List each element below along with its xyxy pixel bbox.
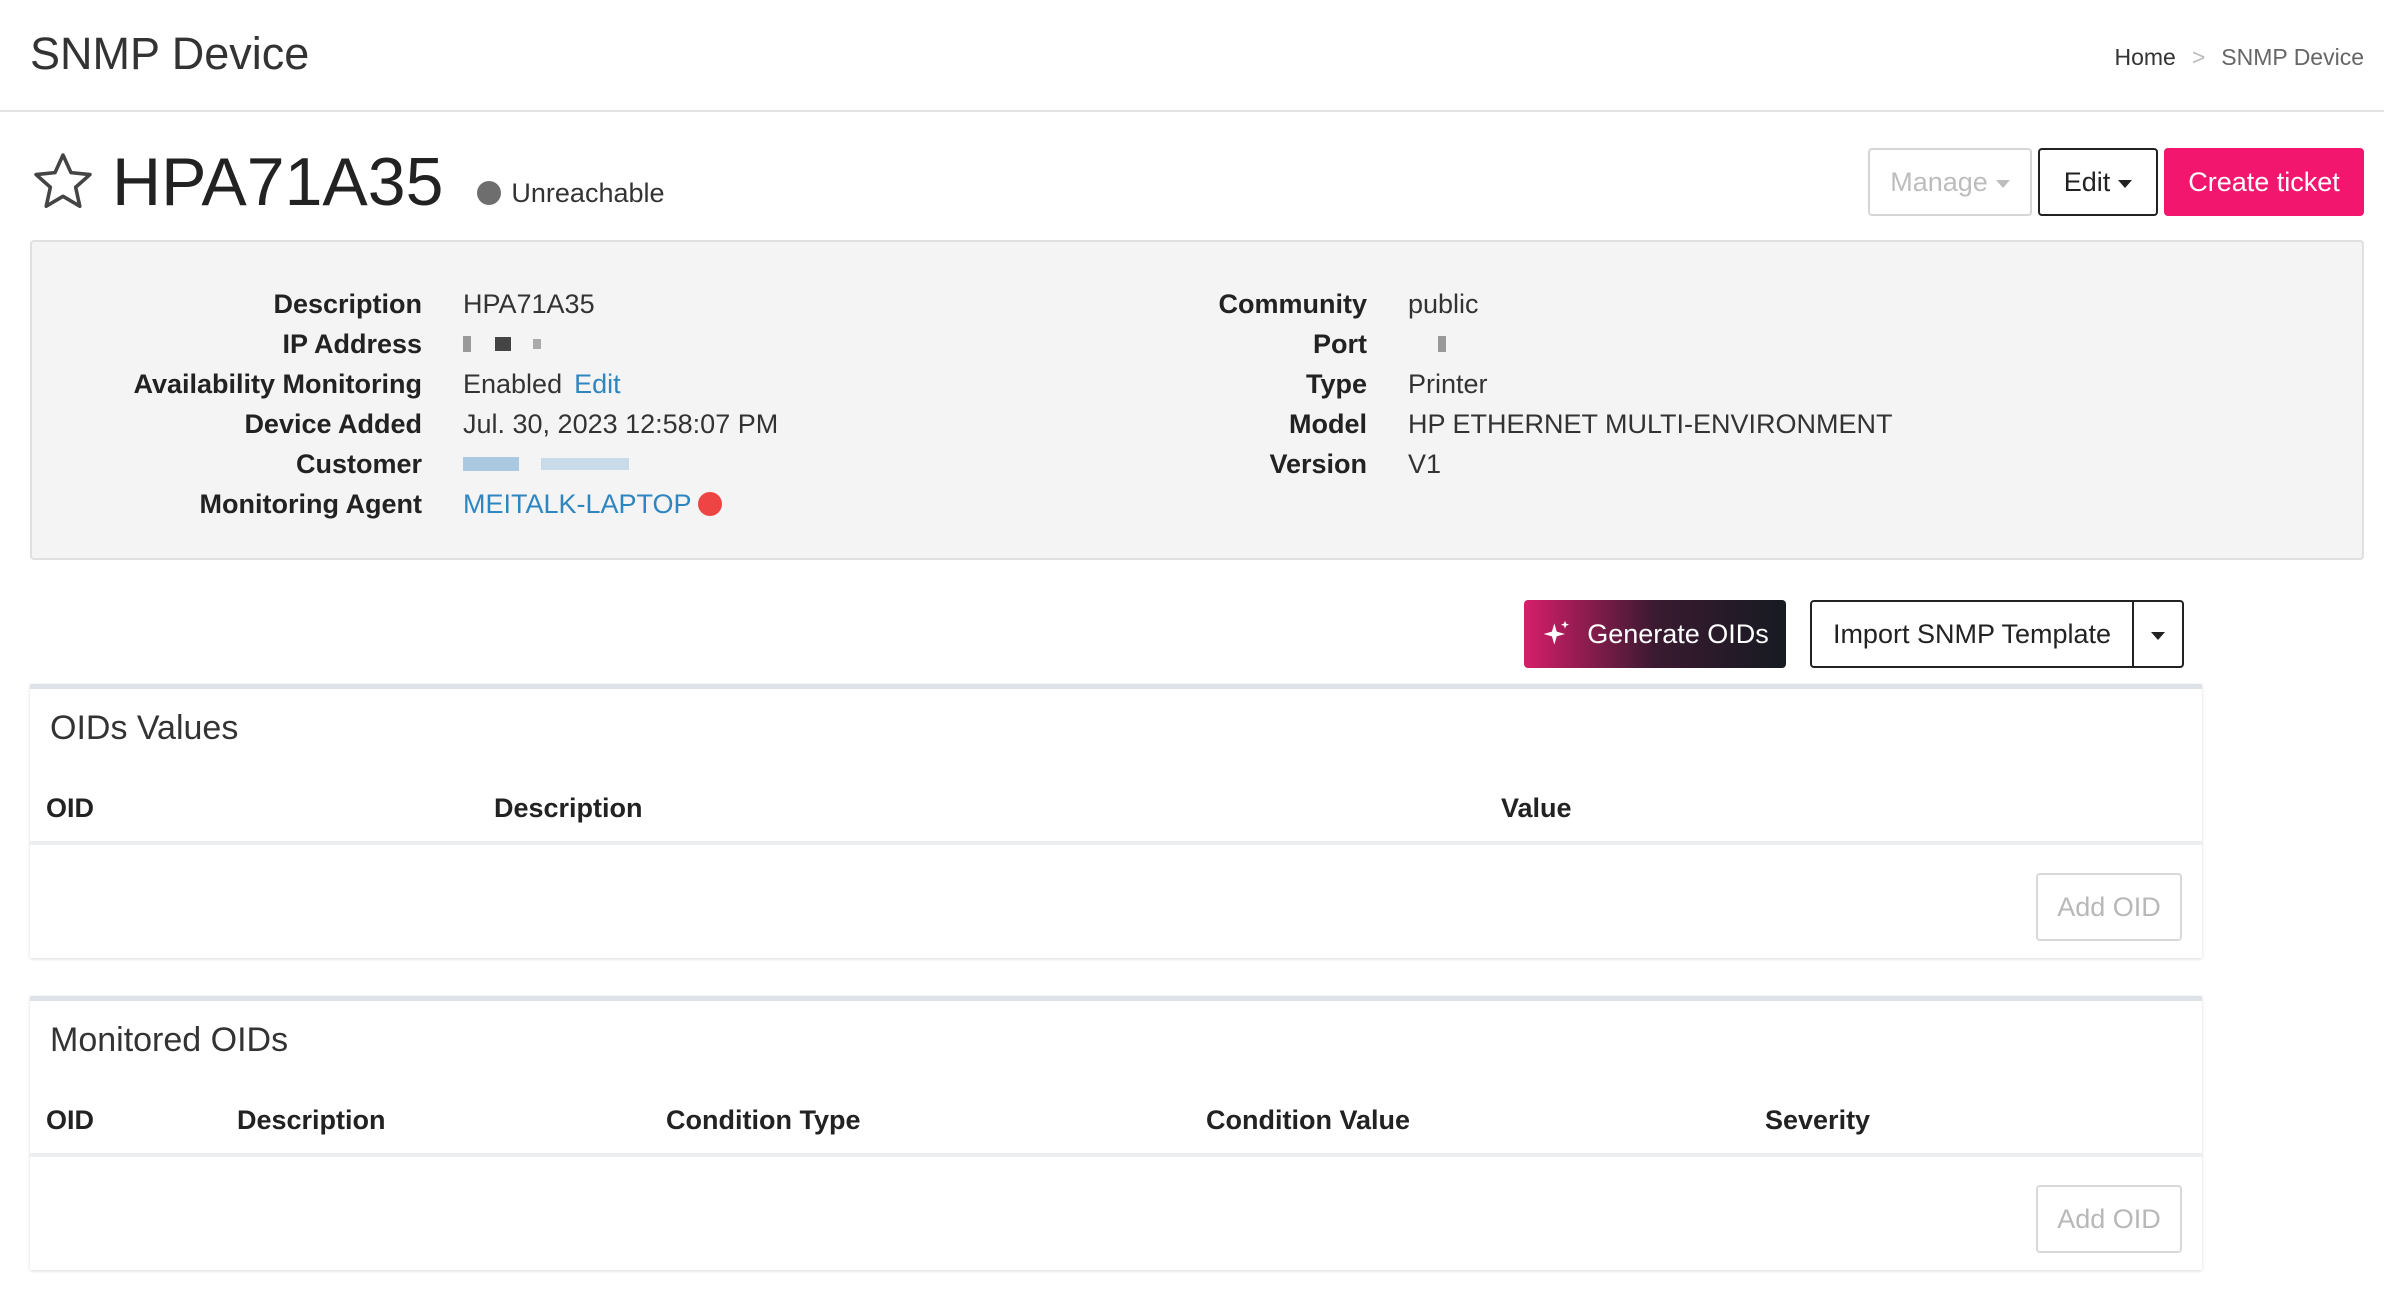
caret-down-icon xyxy=(2151,631,2165,640)
caret-down-icon xyxy=(2118,179,2133,188)
availability-value: Enabled xyxy=(463,368,563,399)
status-dot-icon xyxy=(477,181,502,205)
detail-row-port: Port xyxy=(1122,324,1893,364)
detail-value: V1 xyxy=(1408,448,1442,479)
detail-value: MEITALK-LAPTOP xyxy=(463,489,722,520)
detail-value: Printer xyxy=(1408,368,1488,399)
generate-oids-button[interactable]: Generate OIDs xyxy=(1524,600,1786,668)
detail-label: Community xyxy=(1218,288,1368,319)
header-actions: Manage Edit Create ticket xyxy=(1868,148,2364,216)
column-header-description: Description xyxy=(494,793,643,823)
detail-label: Availability Monitoring xyxy=(133,368,422,399)
detail-value: HPA71A35 xyxy=(463,288,595,319)
column-header-condition-type: Condition Type xyxy=(666,1105,861,1135)
create-ticket-button[interactable]: Create ticket xyxy=(2164,148,2364,216)
import-template-dropdown-toggle[interactable] xyxy=(2134,602,2182,666)
monitoring-agent-link[interactable]: MEITALK-LAPTOP xyxy=(463,489,692,520)
detail-row-customer: Customer xyxy=(32,444,778,484)
oids-values-card: OIDs Values OID Description Value Add OI… xyxy=(30,684,2202,958)
caret-down-icon xyxy=(1995,179,2010,188)
detail-label: Device Added xyxy=(244,408,422,439)
breadcrumb-separator: > xyxy=(2191,44,2206,70)
monitored-oids-title: Monitored OIDs xyxy=(50,1021,289,1059)
detail-row-monitoring-agent: Monitoring Agent MEITALK-LAPTOP xyxy=(32,484,778,524)
import-template-group: Import SNMP Template xyxy=(1810,600,2184,668)
device-status: Unreachable xyxy=(477,177,665,209)
import-snmp-template-button[interactable]: Import SNMP Template xyxy=(1812,602,2134,666)
top-bar: SNMP Device Home > SNMP Device xyxy=(0,0,2384,112)
detail-row-version: Version V1 xyxy=(1122,444,1893,484)
detail-label: Model xyxy=(1289,408,1367,439)
column-header-description: Description xyxy=(237,1105,386,1135)
monitored-oids-card: Monitored OIDs OID Description Condition… xyxy=(30,996,2202,1270)
detail-label: Version xyxy=(1269,448,1367,479)
detail-row-type: Type Printer xyxy=(1122,364,1893,404)
detail-row-device-added: Device Added Jul. 30, 2023 12:58:07 PM xyxy=(32,404,778,444)
detail-row-model: Model HP ETHERNET MULTI-ENVIRONMENT xyxy=(1122,404,1893,444)
detail-value: HP ETHERNET MULTI-ENVIRONMENT xyxy=(1408,408,1893,439)
oid-toolbar: Generate OIDs Import SNMP Template xyxy=(1524,600,2184,668)
availability-edit-link[interactable]: Edit xyxy=(574,369,621,400)
column-header-severity: Severity xyxy=(1765,1105,1871,1135)
oids-values-title: OIDs Values xyxy=(50,709,239,747)
column-header-oid: OID xyxy=(46,1105,95,1135)
detail-label: Port xyxy=(1313,328,1367,359)
details-right-column: Community public Port Type Printer Model… xyxy=(1122,284,1893,484)
device-details-panel: Description HPA71A35 IP Address Availabi… xyxy=(30,240,2364,560)
detail-label: Description xyxy=(273,288,422,319)
column-header-value: Value xyxy=(1501,793,1572,823)
page-title: SNMP Device xyxy=(30,28,310,79)
status-text: Unreachable xyxy=(511,177,665,208)
detail-value: Enabled Edit xyxy=(463,369,621,400)
breadcrumb-current: SNMP Device xyxy=(2221,44,2364,70)
detail-row-community: Community public xyxy=(1122,284,1893,324)
breadcrumb-home-link[interactable]: Home xyxy=(2114,44,2175,71)
agent-status-dot-icon xyxy=(697,492,722,516)
detail-label: Type xyxy=(1305,368,1367,399)
detail-value: Jul. 30, 2023 12:58:07 PM xyxy=(463,408,779,439)
port-redacted xyxy=(1408,336,1446,352)
detail-label: IP Address xyxy=(282,328,422,359)
ip-address-redacted xyxy=(463,336,541,352)
customer-redacted xyxy=(463,457,629,471)
detail-row-availability: Availability Monitoring Enabled Edit xyxy=(32,364,778,404)
add-oid-button[interactable]: Add OID xyxy=(2036,1185,2182,1253)
sparkle-icon xyxy=(1543,620,1570,645)
breadcrumb: Home > SNMP Device xyxy=(2114,44,2364,71)
details-left-column: Description HPA71A35 IP Address Availabi… xyxy=(32,284,778,524)
edit-button-label: Edit xyxy=(2063,166,2111,197)
detail-label: Monitoring Agent xyxy=(199,488,422,519)
monitored-oids-table-header: OID Description Condition Type Condition… xyxy=(30,1087,2202,1157)
device-header: HPA71A35 Unreachable xyxy=(30,142,665,222)
column-header-condition-value: Condition Value xyxy=(1206,1105,1411,1135)
generate-oids-label: Generate OIDs xyxy=(1587,618,1769,649)
column-header-oid: OID xyxy=(46,793,95,823)
detail-value: public xyxy=(1408,288,1479,319)
detail-label: Customer xyxy=(295,448,422,479)
oids-values-table-header: OID Description Value xyxy=(30,775,2202,845)
add-oid-button[interactable]: Add OID xyxy=(2036,873,2182,941)
manage-button[interactable]: Manage xyxy=(1868,148,2032,216)
manage-button-label: Manage xyxy=(1890,166,1988,197)
device-name: HPA71A35 xyxy=(112,144,444,220)
detail-row-description: Description HPA71A35 xyxy=(32,284,778,324)
star-icon[interactable] xyxy=(30,149,96,215)
detail-row-ip-address: IP Address xyxy=(32,324,778,364)
edit-button[interactable]: Edit xyxy=(2038,148,2158,216)
